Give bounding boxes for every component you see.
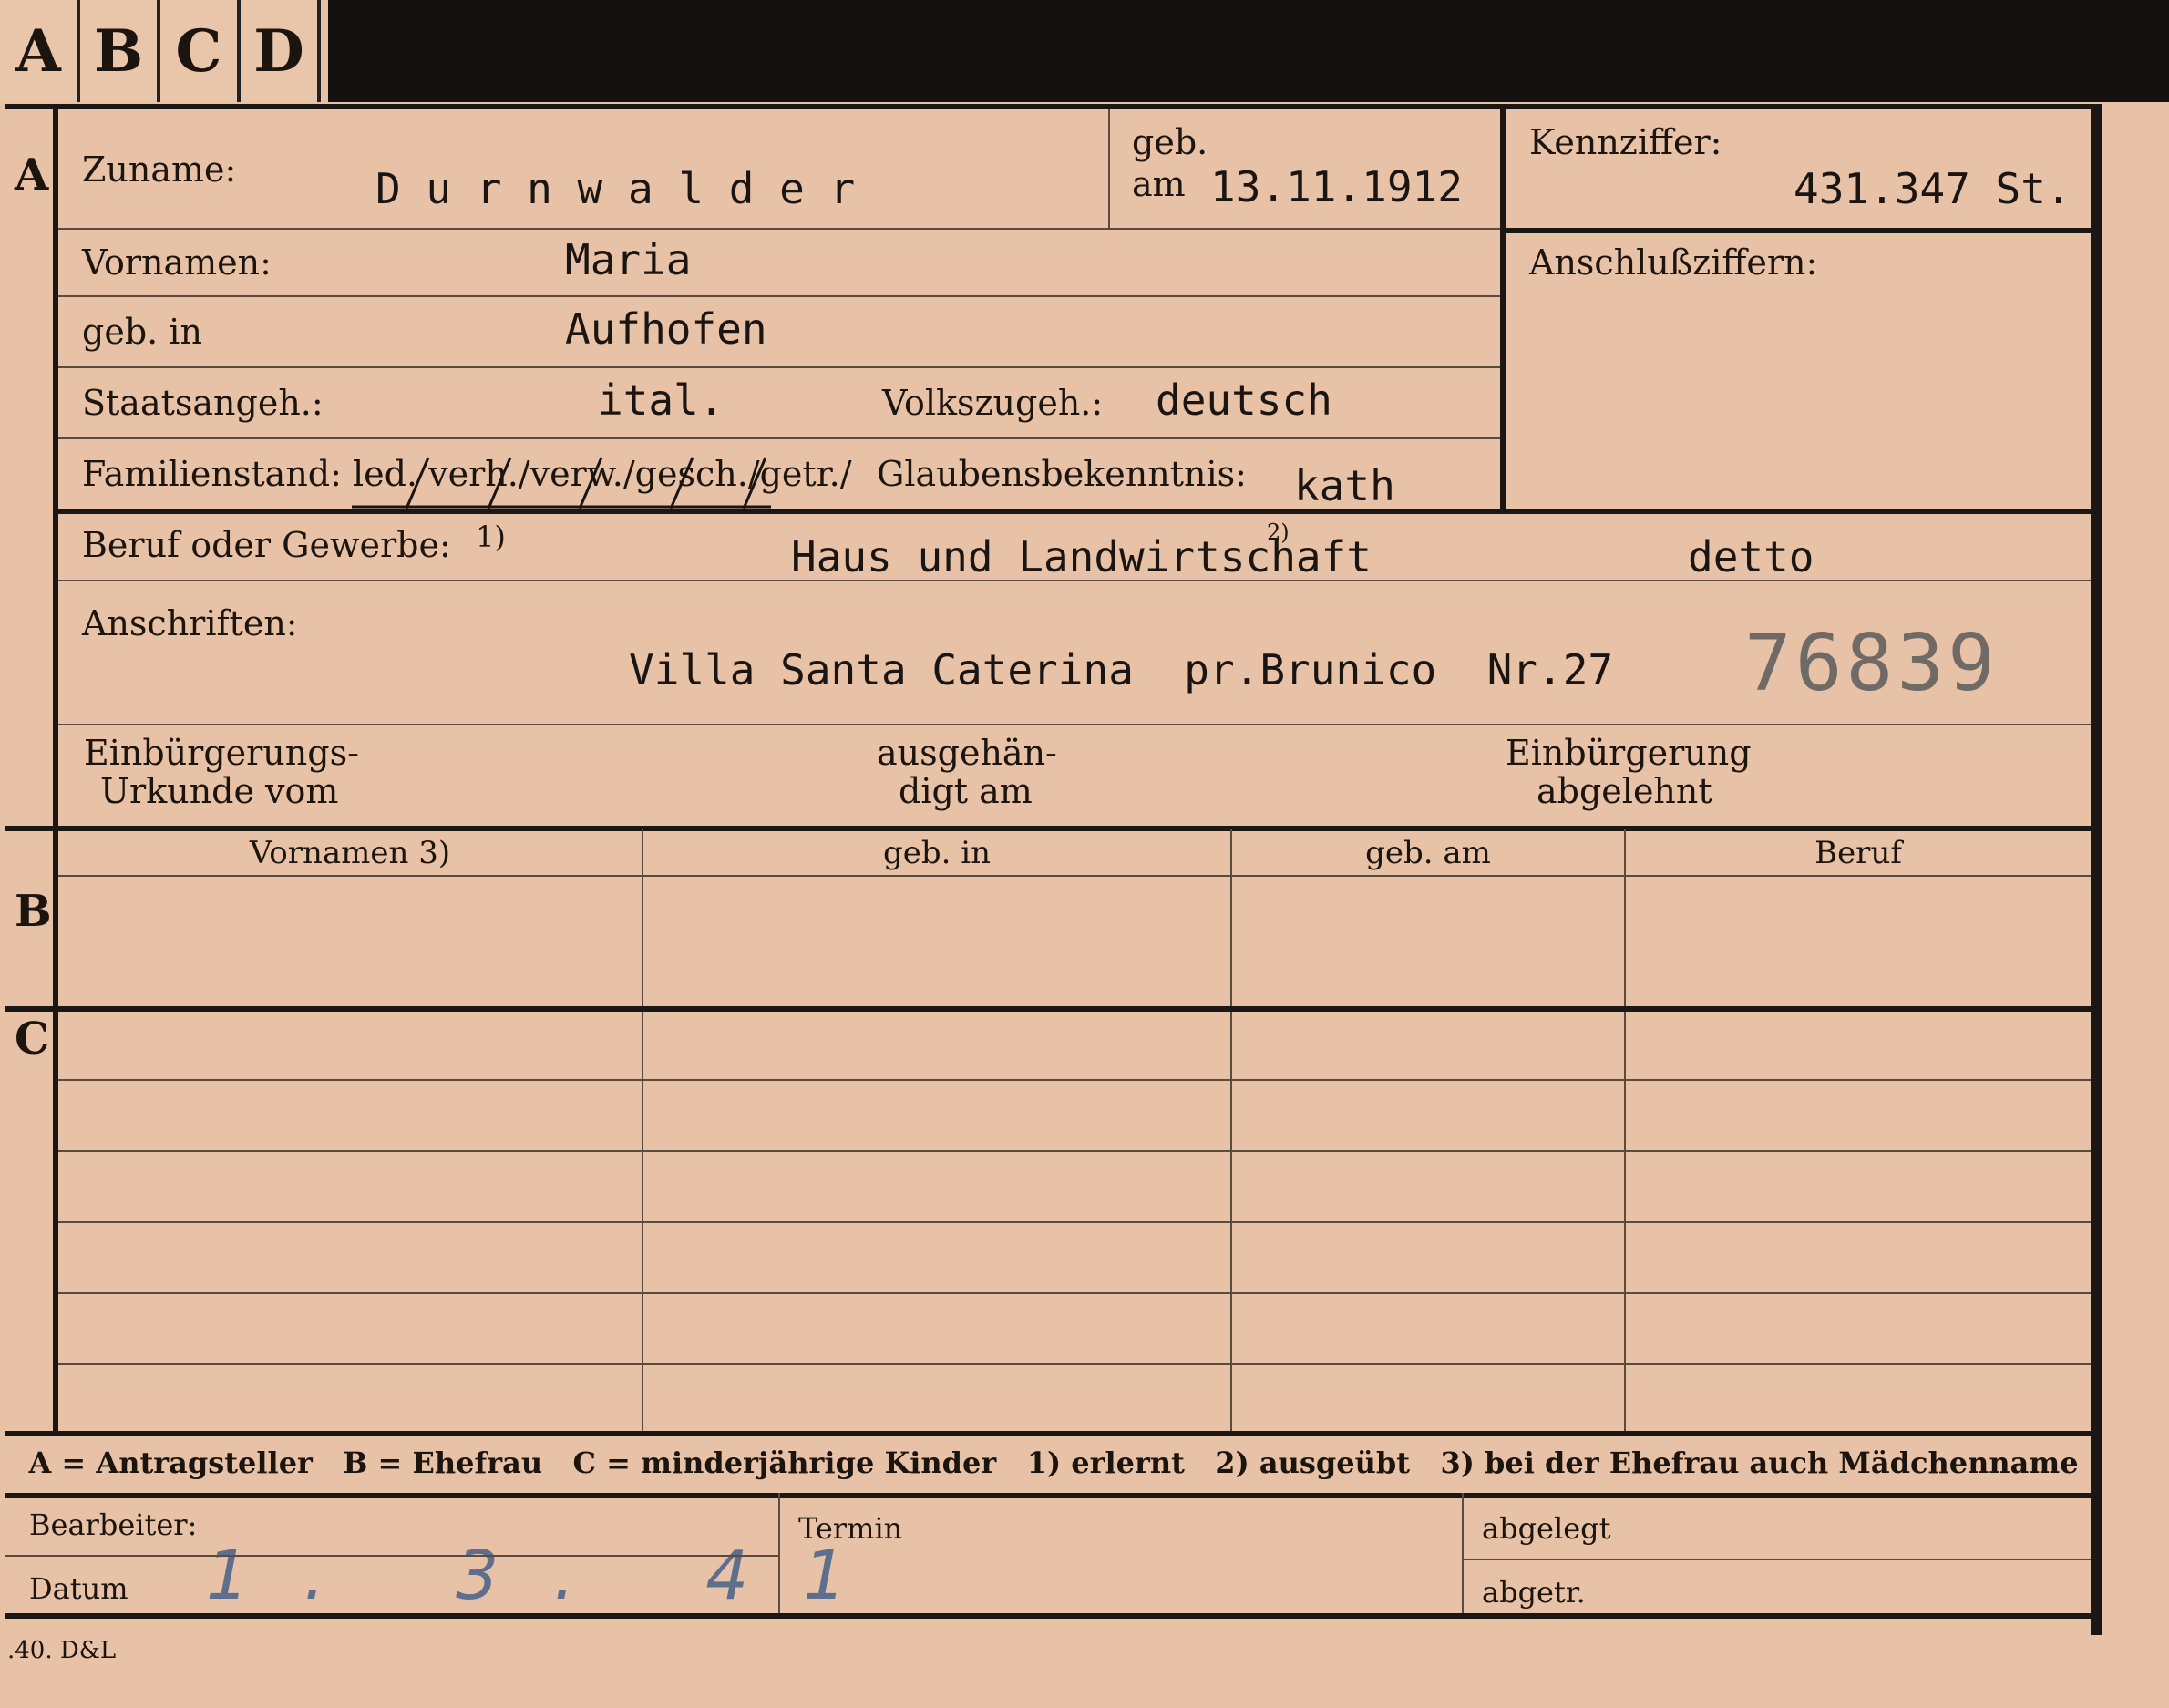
- col-header-geb-in: geb. in: [882, 835, 992, 871]
- staatsangeh-value[interactable]: ital.: [598, 376, 724, 425]
- kennziffer-value[interactable]: 431.347 St.: [1794, 164, 2071, 213]
- margin-rule: [53, 109, 58, 1431]
- section-a-label: A: [15, 149, 49, 201]
- handwritten-date: 1. 3. 41: [206, 1537, 901, 1615]
- tab-a[interactable]: A: [0, 0, 80, 102]
- vornamen-label: Vornamen:: [82, 242, 272, 283]
- am-label: am: [1132, 164, 1186, 204]
- glaubensbekenntnis-value[interactable]: kath: [1294, 461, 1395, 510]
- beruf-note: 1): [476, 520, 506, 554]
- row-rule: [58, 295, 1500, 297]
- row-rule: [58, 509, 2091, 514]
- zuname-value[interactable]: D u r n w a l d e r: [375, 164, 855, 213]
- geb-in-label: geb. in: [82, 312, 202, 352]
- anschrift-value[interactable]: Villa Santa Caterina pr.Brunico Nr.27: [629, 645, 1613, 695]
- col-rule: [642, 829, 643, 1431]
- abgelehnt-label-2: abgelehnt: [1537, 771, 1712, 811]
- section-rule: [5, 1006, 2091, 1012]
- termin-label: Termin: [798, 1511, 903, 1546]
- staatsangeh-label: Staatsangeh.:: [82, 383, 324, 423]
- row-rule: [58, 1292, 2091, 1294]
- ausgehaen-label-1: ausgehän-: [877, 733, 1057, 773]
- glaubensbekenntnis-label: Glaubensbekenntnis:: [877, 454, 1247, 494]
- row-rule: [58, 724, 2091, 725]
- index-tabs: A B C D: [0, 0, 328, 102]
- geb-am-value[interactable]: 13.11.1912: [1210, 162, 1463, 211]
- volkszugeh-value[interactable]: deutsch: [1156, 376, 1332, 425]
- top-rule: [5, 104, 2091, 109]
- abgelehnt-label-1: Einbürgerung: [1506, 733, 1752, 773]
- section-rule: [5, 826, 2091, 831]
- row-rule: [58, 875, 2091, 877]
- registration-card: A B C D A B C Zuname: D u r n w a l d e …: [0, 0, 2169, 1708]
- volkszugeh-label: Volkszugeh.:: [882, 383, 1104, 423]
- row-rule: [58, 1363, 2091, 1365]
- row-rule: [58, 580, 2091, 581]
- geb-label: geb.: [1132, 122, 1208, 162]
- row-rule: [58, 228, 1500, 230]
- einbuergerung-label-2: Urkunde vom: [100, 771, 339, 811]
- datum-label: Datum: [29, 1571, 128, 1606]
- divider: [1108, 109, 1110, 228]
- section-c-label: C: [15, 1013, 50, 1065]
- bearbeiter-label: Bearbeiter:: [29, 1507, 198, 1542]
- row-rule: [58, 1150, 2091, 1152]
- row-rule: [58, 366, 1500, 368]
- legend: A = Antragsteller B = Ehefrau C = minder…: [28, 1446, 2079, 1480]
- row-rule: [1462, 1559, 2091, 1560]
- geb-in-value[interactable]: Aufhofen: [565, 304, 767, 354]
- zuname-label: Zuname:: [82, 149, 237, 190]
- row-rule: [58, 1221, 2091, 1223]
- col-rule: [1624, 829, 1626, 1431]
- einbuergerung-label-1: Einbürgerungs-: [84, 733, 359, 773]
- anschriften-label: Anschriften:: [82, 603, 298, 643]
- row-rule: [58, 1079, 2091, 1081]
- card-top-edge: [328, 0, 2169, 102]
- form-frame: A B C Zuname: D u r n w a l d e r geb. a…: [5, 104, 2102, 1635]
- abgetr-label: abgetr.: [1482, 1575, 1586, 1610]
- col-header-vornamen: Vornamen 3): [249, 835, 451, 871]
- number-stamp: 76839: [1744, 618, 1999, 709]
- tab-d[interactable]: D: [241, 0, 321, 102]
- row-rule: [1506, 228, 2091, 233]
- anschlussziffern-label: Anschlußziffern:: [1529, 242, 1818, 283]
- kennziffer-label: Kennziffer:: [1529, 122, 1722, 162]
- legend-rule: [5, 1431, 2091, 1436]
- col-rule: [1230, 829, 1232, 1431]
- section-b-label: B: [15, 886, 52, 937]
- col-rule: [1462, 1493, 1464, 1613]
- row-rule: [58, 437, 1500, 439]
- tab-c[interactable]: C: [160, 0, 241, 102]
- col-header-geb-am: geb. am: [1365, 835, 1491, 871]
- col-rule: [778, 1493, 780, 1613]
- beruf-ausgeuebt-value[interactable]: detto: [1688, 532, 1814, 581]
- abgelegt-label: abgelegt: [1482, 1511, 1611, 1546]
- strike-through-marks: [352, 457, 771, 509]
- tab-b[interactable]: B: [80, 0, 160, 102]
- footer-print-code: .40. D&L: [7, 1637, 117, 1664]
- beruf-label: Beruf oder Gewerbe:: [82, 525, 451, 565]
- bottom-rule: [5, 1613, 2091, 1619]
- kennziffer-divider: [1500, 104, 1506, 509]
- ausgehaen-label-2: digt am: [899, 771, 1033, 811]
- col-header-beruf: Beruf: [1814, 835, 1902, 871]
- beruf-note-2: 2): [1267, 520, 1290, 545]
- vornamen-value[interactable]: Maria: [565, 235, 691, 284]
- row-rule: [5, 1555, 778, 1557]
- legend-rule: [5, 1493, 2091, 1498]
